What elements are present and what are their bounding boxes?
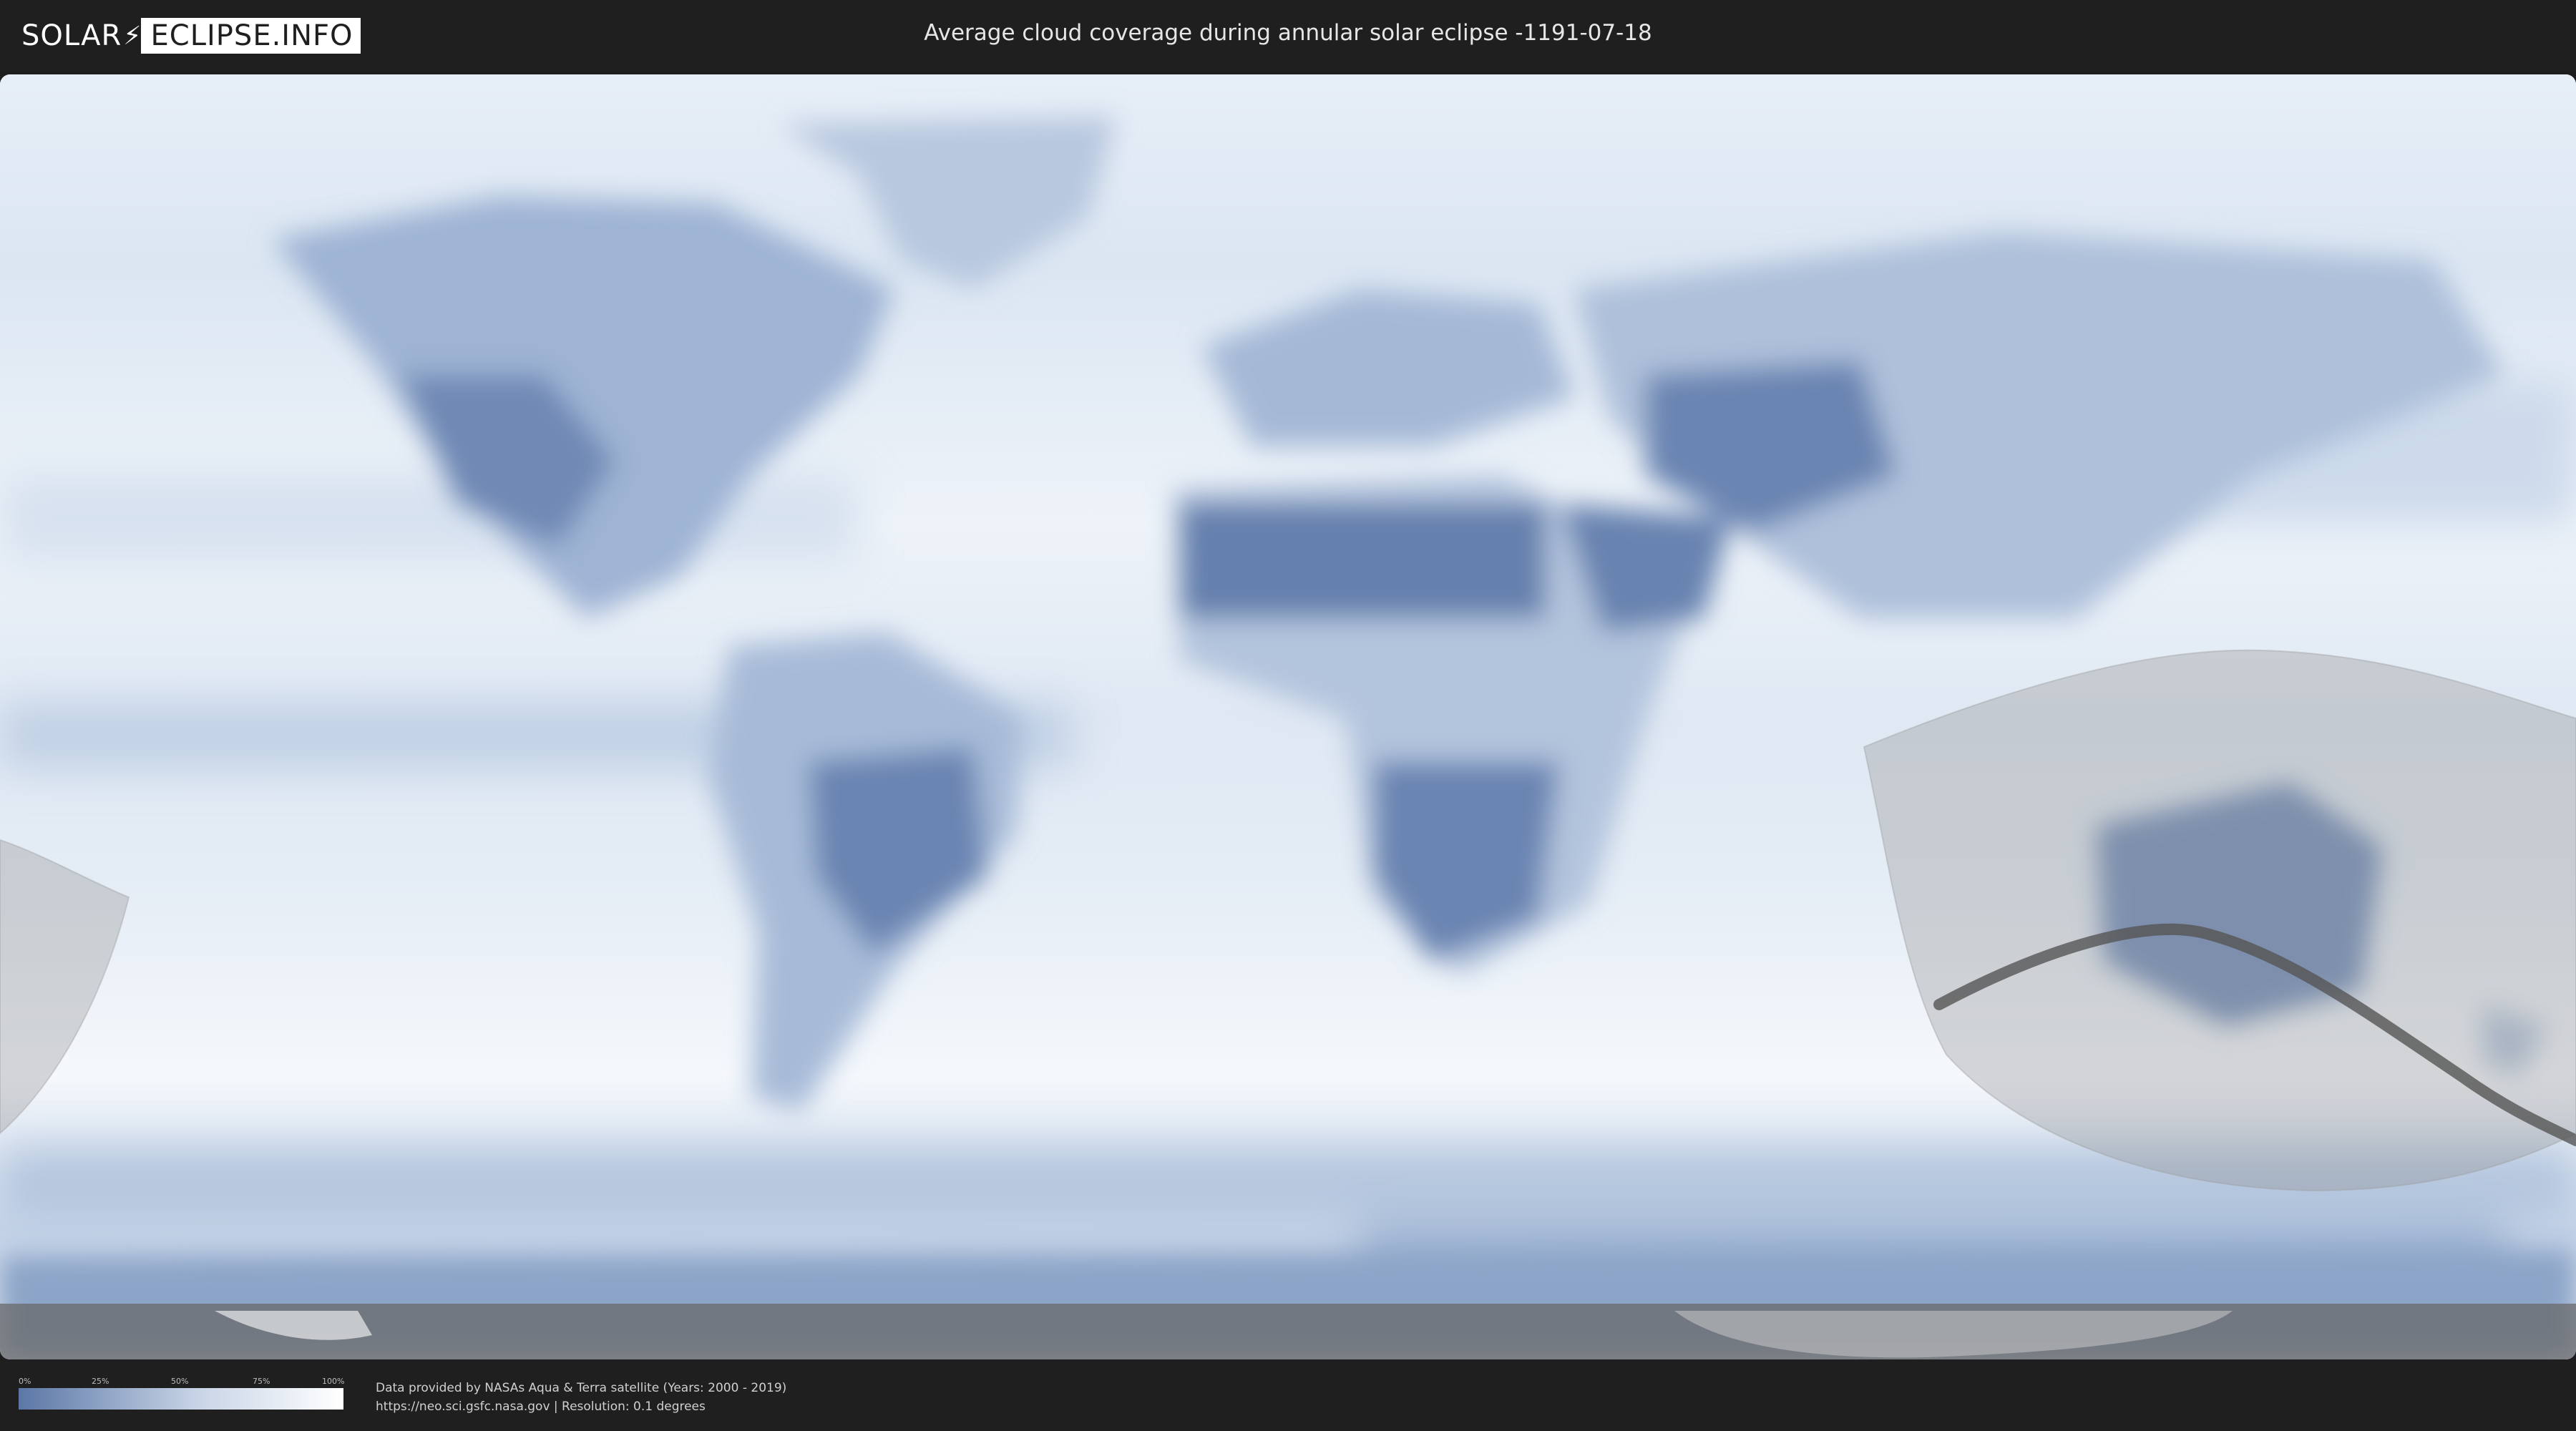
legend-tick-50: 50% bbox=[171, 1377, 189, 1386]
map-canvas bbox=[0, 74, 2576, 1359]
header-bar: SOLAR ⚡ ECLIPSE.INFO Average cloud cover… bbox=[0, 0, 2576, 72]
legend-tick-0: 0% bbox=[19, 1377, 31, 1386]
page-title: Average cloud coverage during annular so… bbox=[924, 20, 1652, 46]
legend-tick-75: 75% bbox=[253, 1377, 270, 1386]
legend-ticks: 0% 25% 50% 75% 100% bbox=[19, 1374, 345, 1388]
cloud-coverage-legend: 0% 25% 50% 75% 100% bbox=[19, 1374, 345, 1410]
legend-tick-25: 25% bbox=[92, 1377, 109, 1386]
legend-tick-100: 100% bbox=[322, 1377, 345, 1386]
credit-line-1: Data provided by NASAs Aqua & Terra sate… bbox=[376, 1381, 787, 1395]
logo-text-solar: SOLAR bbox=[21, 19, 122, 52]
cloud-coverage-map[interactable] bbox=[0, 74, 2576, 1359]
legend-color-bar bbox=[19, 1388, 343, 1410]
logo-text-eclipse-info: ECLIPSE.INFO bbox=[140, 18, 361, 54]
credit-line-2: https://neo.sci.gsfc.nasa.gov | Resoluti… bbox=[376, 1400, 706, 1414]
site-logo[interactable]: SOLAR ⚡ ECLIPSE.INFO bbox=[21, 16, 361, 56]
lightning-icon: ⚡ bbox=[123, 21, 142, 51]
data-credit: Data provided by NASAs Aqua & Terra sate… bbox=[376, 1379, 786, 1416]
